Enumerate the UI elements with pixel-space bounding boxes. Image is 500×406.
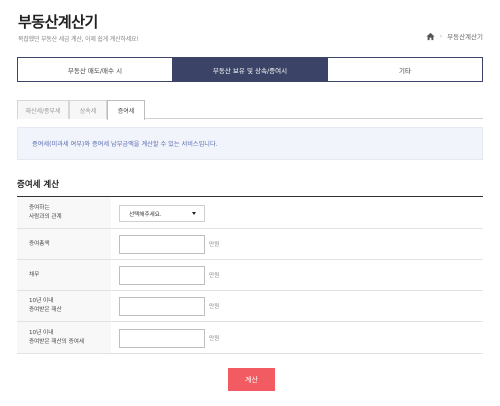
form-field: 선택해주세요.: [111, 197, 483, 228]
subtab-property-tax[interactable]: 재산세/종부세: [17, 100, 69, 119]
label-line: 증여받은 재산: [29, 307, 62, 313]
select-value: 선택해주세요.: [129, 211, 162, 218]
home-icon[interactable]: [426, 32, 435, 41]
page-subtitle: 복잡했던 부동산 세금 계산, 이제 쉽게 계산하세요!: [18, 36, 139, 43]
gift-total-input[interactable]: [119, 235, 205, 254]
breadcrumb: › 부동산계산기: [426, 31, 483, 41]
form-field: 만원: [111, 322, 483, 353]
form-field: 만원: [111, 260, 483, 290]
form-label: 증여하는 사람과의 관계: [17, 197, 111, 228]
label-line: 10년 이내: [29, 298, 54, 305]
gift-tax-form: 증여하는 사람과의 관계 선택해주세요. 증여총액 만원 채무 만원 10년 이…: [17, 196, 483, 354]
label-line: 10년 이내: [29, 329, 54, 336]
info-box: 증여세(미과세 여부)와 증여세 납부금액을 계산할 수 있는 서비스입니다.: [17, 127, 483, 160]
form-field: 만원: [111, 229, 483, 259]
unit-label: 만원: [209, 273, 220, 279]
subtab-gift-tax[interactable]: 증여세: [107, 100, 145, 120]
sub-tabs: 재산세/종부세 상속세 증여세: [17, 100, 483, 120]
relationship-select[interactable]: 선택해주세요.: [119, 205, 205, 222]
label-line: 채무: [29, 271, 40, 278]
form-label: 10년 이내 증여받은 재산: [17, 291, 111, 321]
chevron-down-icon: [192, 212, 196, 215]
tab-buy-sell[interactable]: 부동산 매도/매수 시: [18, 58, 173, 81]
prior-gift-tax-input[interactable]: [119, 329, 205, 348]
calculate-button[interactable]: 계산: [228, 368, 275, 391]
subtab-inheritance-tax[interactable]: 상속세: [69, 100, 107, 119]
form-row-prior-gift: 10년 이내 증여받은 재산 만원: [17, 291, 483, 322]
debt-input[interactable]: [119, 266, 205, 285]
unit-label: 만원: [209, 242, 220, 248]
tab-etc[interactable]: 기타: [328, 58, 482, 81]
form-row-debt: 채무 만원: [17, 260, 483, 291]
prior-gift-input[interactable]: [119, 297, 205, 316]
form-label: 10년 이내 증여받은 재산의 증여세: [17, 322, 111, 353]
form-row-prior-gift-tax: 10년 이내 증여받은 재산의 증여세 만원: [17, 322, 483, 354]
form-label: 채무: [17, 260, 111, 290]
label-line: 증여하는: [29, 204, 50, 211]
form-row-relationship: 증여하는 사람과의 관계 선택해주세요.: [17, 197, 483, 229]
tab-holding-inheritance-gift[interactable]: 부동산 보유 및 상속/증여시: [173, 58, 328, 81]
form-label: 증여총액: [17, 229, 111, 259]
label-line: 사람과의 관계: [29, 213, 62, 220]
breadcrumb-separator-icon: ›: [439, 32, 443, 40]
form-row-gift-total: 증여총액 만원: [17, 229, 483, 260]
breadcrumb-current[interactable]: 부동산계산기: [447, 31, 483, 41]
section-title: 증여세 계산: [17, 180, 60, 190]
unit-label: 만원: [209, 304, 220, 310]
label-line: 증여총액: [29, 240, 50, 247]
unit-label: 만원: [209, 336, 220, 342]
page-title: 부동산계산기: [18, 13, 98, 31]
main-tabs: 부동산 매도/매수 시 부동산 보유 및 상속/증여시 기타: [17, 57, 483, 82]
label-line: 증여받은 재산의 증여세: [29, 338, 85, 345]
info-text: 증여세(미과세 여부)와 증여세 납부금액을 계산할 수 있는 서비스입니다.: [32, 141, 218, 148]
form-field: 만원: [111, 291, 483, 321]
